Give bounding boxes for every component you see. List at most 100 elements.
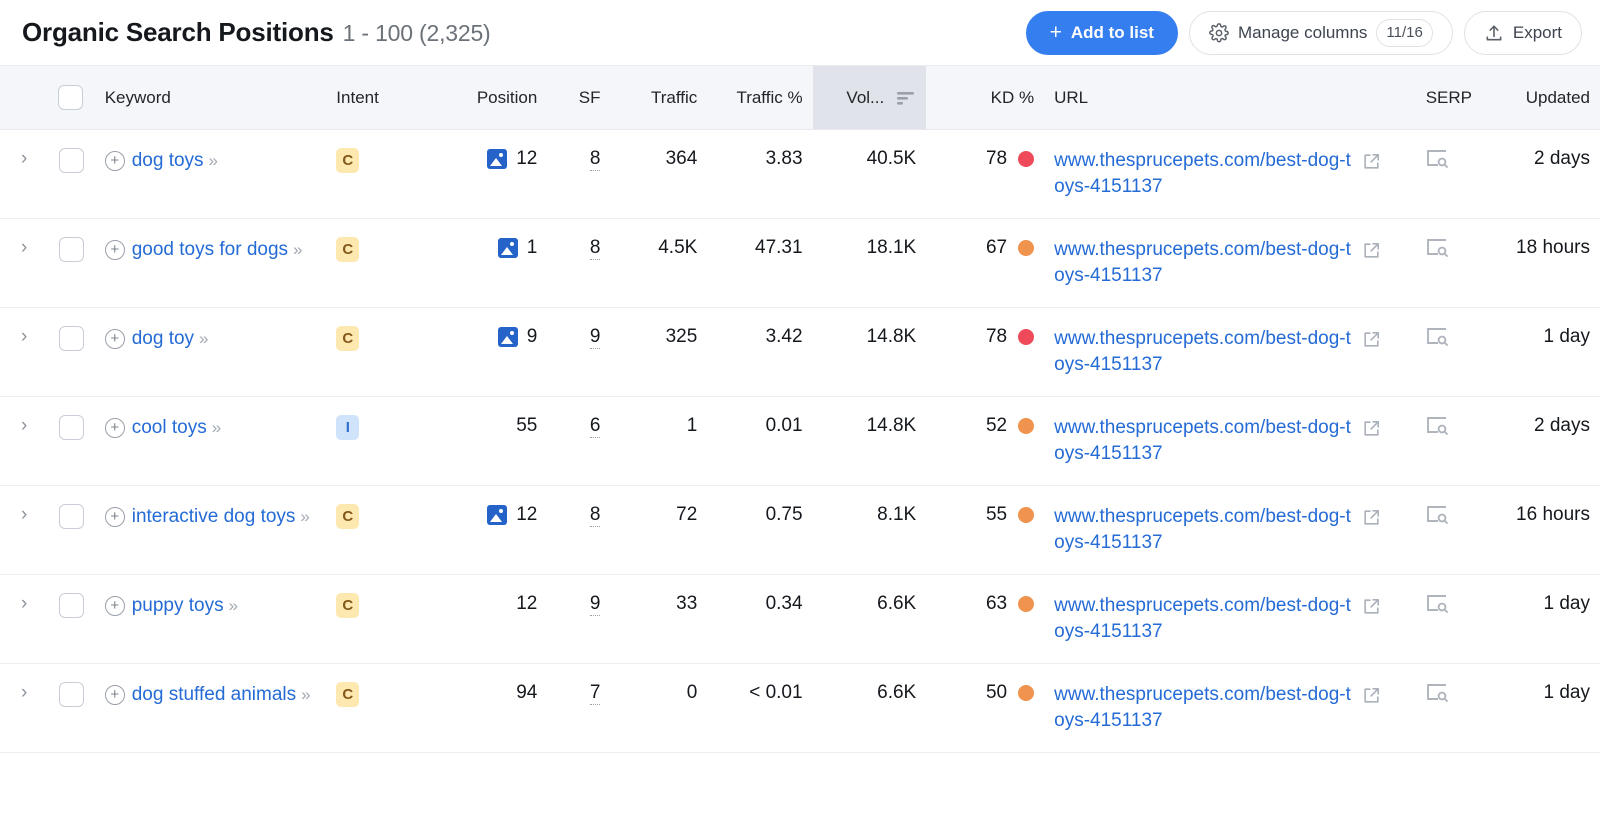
- table-row[interactable]: › + dog stuffed animals» C 94 7 0 < 0: [0, 664, 1600, 753]
- select-all-checkbox[interactable]: [58, 85, 83, 110]
- manage-columns-button[interactable]: Manage columns 11/16: [1189, 11, 1453, 55]
- header-sf[interactable]: SF: [547, 66, 610, 130]
- table-row[interactable]: › + puppy toys» C 12 9 33 0.34 6.: [0, 575, 1600, 664]
- header-traffic-percent[interactable]: Traffic %: [707, 66, 812, 130]
- image-pack-icon[interactable]: [498, 238, 518, 258]
- header-position[interactable]: Position: [423, 66, 547, 130]
- row-expand-cell[interactable]: ›: [0, 486, 48, 575]
- plus-circle-icon[interactable]: +: [105, 596, 125, 616]
- intent-badge[interactable]: C: [336, 504, 359, 529]
- intent-badge[interactable]: C: [336, 148, 359, 173]
- chevron-right-icon[interactable]: ›: [21, 505, 27, 524]
- export-button[interactable]: Export: [1464, 11, 1582, 55]
- intent-badge[interactable]: C: [336, 682, 359, 707]
- image-pack-icon[interactable]: [498, 327, 518, 347]
- intent-badge[interactable]: C: [336, 326, 359, 351]
- keyword-link[interactable]: interactive dog toys: [132, 506, 296, 527]
- row-expand-cell[interactable]: ›: [0, 664, 48, 753]
- table-row[interactable]: › + dog toys» C 12 8 364 3.83 40.: [0, 130, 1600, 219]
- row-expand-cell[interactable]: ›: [0, 575, 48, 664]
- plus-circle-icon[interactable]: +: [105, 240, 125, 260]
- chevron-right-icon[interactable]: ›: [21, 327, 27, 346]
- row-checkbox[interactable]: [59, 593, 84, 618]
- keyword-link[interactable]: good toys for dogs: [132, 239, 288, 260]
- sf-value[interactable]: 9: [590, 326, 601, 349]
- keyword-details-arrows[interactable]: »: [301, 685, 309, 704]
- keyword-details-arrows[interactable]: »: [209, 151, 217, 170]
- url-link[interactable]: www.thesprucepets.com/best-dog-toys-4151…: [1054, 237, 1354, 289]
- header-url[interactable]: URL: [1044, 66, 1391, 130]
- row-select-cell[interactable]: [48, 575, 94, 664]
- intent-badge[interactable]: C: [336, 593, 359, 618]
- add-to-list-button[interactable]: + Add to list: [1026, 11, 1178, 55]
- row-expand-cell[interactable]: ›: [0, 308, 48, 397]
- table-row[interactable]: › + cool toys» I 55 6 1 0.01 14.8: [0, 397, 1600, 486]
- serp-preview-icon[interactable]: [1425, 687, 1449, 708]
- sf-value[interactable]: 7: [590, 682, 601, 705]
- external-link-icon[interactable]: [1362, 419, 1381, 444]
- row-select-cell[interactable]: [48, 308, 94, 397]
- url-link[interactable]: www.thesprucepets.com/best-dog-toys-4151…: [1054, 326, 1354, 378]
- plus-circle-icon[interactable]: +: [105, 418, 125, 438]
- keyword-link[interactable]: puppy toys: [132, 595, 224, 616]
- intent-badge[interactable]: C: [336, 237, 359, 262]
- keyword-details-arrows[interactable]: »: [212, 418, 220, 437]
- sf-value[interactable]: 8: [590, 504, 601, 527]
- url-link[interactable]: www.thesprucepets.com/best-dog-toys-4151…: [1054, 415, 1354, 467]
- row-select-cell[interactable]: [48, 486, 94, 575]
- url-link[interactable]: www.thesprucepets.com/best-dog-toys-4151…: [1054, 593, 1354, 645]
- url-link[interactable]: www.thesprucepets.com/best-dog-toys-4151…: [1054, 148, 1354, 200]
- header-keyword[interactable]: Keyword: [95, 66, 327, 130]
- image-pack-icon[interactable]: [487, 149, 507, 169]
- table-row[interactable]: › + dog toy» C 9 9 325 3.42 14.8K: [0, 308, 1600, 397]
- sf-value[interactable]: 6: [590, 415, 601, 438]
- intent-badge[interactable]: I: [336, 415, 359, 440]
- chevron-right-icon[interactable]: ›: [21, 238, 27, 257]
- header-serp[interactable]: SERP: [1391, 66, 1482, 130]
- row-checkbox[interactable]: [59, 237, 84, 262]
- row-select-cell[interactable]: [48, 397, 94, 486]
- header-intent[interactable]: Intent: [326, 66, 423, 130]
- header-volume[interactable]: Vol...: [813, 66, 927, 130]
- plus-circle-icon[interactable]: +: [105, 507, 125, 527]
- row-select-cell[interactable]: [48, 130, 94, 219]
- chevron-right-icon[interactable]: ›: [21, 149, 27, 168]
- image-pack-icon[interactable]: [487, 505, 507, 525]
- serp-preview-icon[interactable]: [1425, 242, 1449, 263]
- plus-circle-icon[interactable]: +: [105, 151, 125, 171]
- url-link[interactable]: www.thesprucepets.com/best-dog-toys-4151…: [1054, 682, 1354, 734]
- url-link[interactable]: www.thesprucepets.com/best-dog-toys-4151…: [1054, 504, 1354, 556]
- keyword-details-arrows[interactable]: »: [199, 329, 207, 348]
- keyword-details-arrows[interactable]: »: [300, 507, 308, 526]
- row-checkbox[interactable]: [59, 682, 84, 707]
- external-link-icon[interactable]: [1362, 686, 1381, 711]
- header-traffic[interactable]: Traffic: [610, 66, 707, 130]
- row-checkbox[interactable]: [59, 326, 84, 351]
- keyword-link[interactable]: dog toy: [132, 328, 194, 349]
- sf-value[interactable]: 8: [590, 148, 601, 171]
- sf-value[interactable]: 9: [590, 593, 601, 616]
- keyword-link[interactable]: dog stuffed animals: [132, 684, 296, 705]
- keyword-details-arrows[interactable]: »: [229, 596, 237, 615]
- keyword-link[interactable]: cool toys: [132, 417, 207, 438]
- row-select-cell[interactable]: [48, 219, 94, 308]
- row-select-cell[interactable]: [48, 664, 94, 753]
- serp-preview-icon[interactable]: [1425, 331, 1449, 352]
- header-kd[interactable]: KD %: [926, 66, 1044, 130]
- external-link-icon[interactable]: [1362, 597, 1381, 622]
- keyword-details-arrows[interactable]: »: [293, 240, 301, 259]
- keyword-link[interactable]: dog toys: [132, 150, 204, 171]
- row-expand-cell[interactable]: ›: [0, 397, 48, 486]
- external-link-icon[interactable]: [1362, 152, 1381, 177]
- row-checkbox[interactable]: [59, 148, 84, 173]
- chevron-right-icon[interactable]: ›: [21, 683, 27, 702]
- table-row[interactable]: › + good toys for dogs» C 1 8 4.5K 47: [0, 219, 1600, 308]
- sf-value[interactable]: 8: [590, 237, 601, 260]
- external-link-icon[interactable]: [1362, 508, 1381, 533]
- serp-preview-icon[interactable]: [1425, 420, 1449, 441]
- external-link-icon[interactable]: [1362, 241, 1381, 266]
- row-checkbox[interactable]: [59, 415, 84, 440]
- row-checkbox[interactable]: [59, 504, 84, 529]
- serp-preview-icon[interactable]: [1425, 598, 1449, 619]
- chevron-right-icon[interactable]: ›: [21, 594, 27, 613]
